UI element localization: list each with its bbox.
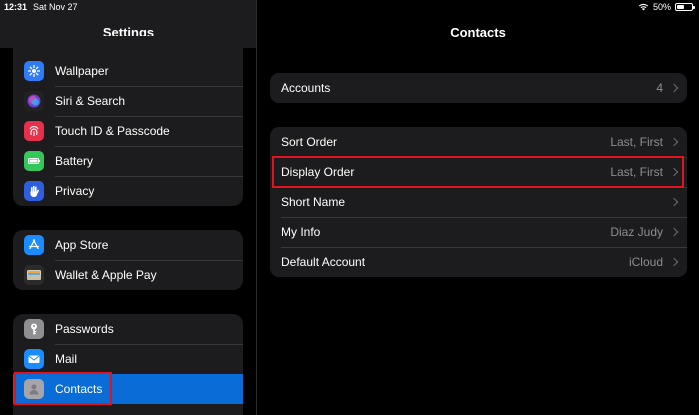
row-label: Default Account <box>281 255 366 269</box>
battery-fill <box>677 5 684 9</box>
row-label: Sort Order <box>281 135 338 149</box>
sidebar-item-label: Siri & Search <box>55 94 126 108</box>
battery-percent: 50% <box>652 2 671 12</box>
detail-title: Contacts <box>450 25 506 40</box>
short-name-row[interactable]: Short Name <box>270 187 687 217</box>
wifi-icon <box>638 3 649 11</box>
chevron-right-icon <box>669 257 679 267</box>
status-date: Sat Nov 27 <box>33 2 78 12</box>
sidebar-item-label: Passwords <box>55 322 114 336</box>
sidebar-item-wallpaper[interactable]: Wallpaper <box>13 56 243 86</box>
contacts-detail-pane: Contacts Accounts 4 Sort Order Last, Fir… <box>257 0 699 415</box>
status-bar: 12:31 Sat Nov 27 50% <box>0 0 699 14</box>
chevron-right-icon <box>669 83 679 93</box>
sidebar-item-mail[interactable]: Mail <box>13 344 243 374</box>
contacts-icon <box>24 379 44 399</box>
sidebar-item-label: Contacts <box>55 382 103 396</box>
accounts-row[interactable]: Accounts 4 <box>270 73 687 103</box>
sidebar-item-label: Wallpaper <box>55 64 109 78</box>
battery-level-icon <box>675 3 695 11</box>
sidebar-item-label: Battery <box>55 154 94 168</box>
row-value: Last, First <box>610 135 663 149</box>
sidebar-item-touch-id[interactable]: Touch ID & Passcode <box>13 116 243 146</box>
wallpaper-icon <box>24 61 44 81</box>
row-label: My Info <box>281 225 321 239</box>
accounts-group: Accounts 4 <box>270 73 687 103</box>
fingerprint-icon <box>24 121 44 141</box>
key-icon <box>24 319 44 339</box>
chevron-right-icon <box>669 197 679 207</box>
sidebar-item-contacts[interactable]: Contacts <box>13 374 243 404</box>
sidebar-item-passwords[interactable]: Passwords <box>13 314 243 344</box>
sidebar-item-label: Privacy <box>55 184 95 198</box>
chevron-right-icon <box>669 167 679 177</box>
sidebar-group-store: App Store Wallet & Apple Pay <box>13 230 243 290</box>
settings-sidebar: Settings Wallpaper Siri & Search Touch I… <box>0 0 257 415</box>
sidebar-item-label: Mail <box>55 352 78 366</box>
my-info-row[interactable]: My Info Diaz Judy <box>270 217 687 247</box>
display-order-row[interactable]: Display Order Last, First <box>270 157 687 187</box>
sidebar-item-label: Wallet & Apple Pay <box>55 268 157 282</box>
status-indicators: 50% <box>638 2 695 12</box>
sidebar-item-battery[interactable]: Battery <box>13 146 243 176</box>
chevron-right-icon <box>669 227 679 237</box>
row-value: iCloud <box>628 255 663 269</box>
row-label: Display Order <box>281 165 355 179</box>
sidebar-item-label: App Store <box>55 238 109 252</box>
settings-group: Sort Order Last, First Display Order Las… <box>270 127 687 277</box>
sidebar-item-wallet[interactable]: Wallet & Apple Pay <box>13 260 243 290</box>
sidebar-item-privacy[interactable]: Privacy <box>13 176 243 206</box>
sidebar-group-accounts: Passwords Mail Contacts <box>13 314 243 415</box>
sidebar-item-siri-search[interactable]: Siri & Search <box>13 86 243 116</box>
sidebar-item-app-store[interactable]: App Store <box>13 230 243 260</box>
sort-order-row[interactable]: Sort Order Last, First <box>270 127 687 157</box>
siri-icon <box>24 91 44 111</box>
row-value: Last, First <box>610 165 663 179</box>
sidebar-group-display: Wallpaper Siri & Search Touch ID & Passc… <box>13 36 243 206</box>
row-label: Short Name <box>281 195 346 209</box>
wallet-icon <box>24 265 44 285</box>
hand-icon <box>24 181 44 201</box>
mail-icon <box>24 349 44 369</box>
row-label: Accounts <box>281 81 331 95</box>
row-value: 4 <box>656 81 663 95</box>
chevron-right-icon <box>669 137 679 147</box>
row-value: Diaz Judy <box>610 225 663 239</box>
default-account-row[interactable]: Default Account iCloud <box>270 247 687 277</box>
app-store-icon <box>24 235 44 255</box>
status-time: 12:31 <box>4 2 28 12</box>
battery-icon <box>24 151 44 171</box>
sidebar-item-label: Touch ID & Passcode <box>55 124 170 138</box>
